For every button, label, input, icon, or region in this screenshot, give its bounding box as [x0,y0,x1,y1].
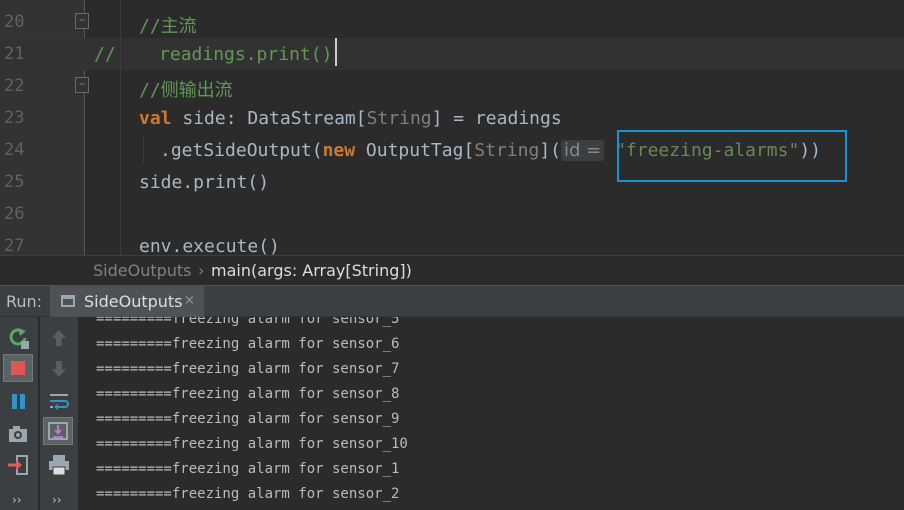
line-number: 26 [4,204,25,224]
run-label: Run: [6,292,43,311]
soft-wrap-icon [50,394,69,410]
code-token: // readings.print() [94,44,333,65]
code-line-22[interactable]: 22 − //侧输出流 [0,70,904,102]
camera-icon [9,426,27,442]
console-line: =========freezing alarm for sensor_2 [96,486,400,502]
code-token: side.print() [139,172,270,193]
stop-button[interactable] [3,354,33,382]
tab-label: SideOutputs [84,292,183,311]
breadcrumb: SideOutputs › main(args: Array[String]) [0,255,904,285]
console-line: =========freezing alarm for sensor_6 [96,336,400,352]
pause-button[interactable] [4,387,34,415]
console-line: =========freezing alarm for sensor_5 [96,317,400,327]
code-token: .getSideOutput( [160,140,323,161]
console-line: =========freezing alarm for sensor_7 [96,361,400,377]
code-text: // readings.print() [94,44,332,65]
run-tool-window-header: Run: SideOutputs × [0,285,904,317]
code-text: env.execute() [139,236,280,255]
code-token: OutputTag[ [355,140,475,161]
code-line-20[interactable]: 20 − //主流 [0,6,904,38]
line-number: 23 [4,108,25,128]
more-actions-button[interactable]: ›› [52,493,62,507]
exit-icon [8,455,28,475]
console-icon [61,295,75,307]
code-token: env.execute() [139,236,280,255]
run-toolbar-right: ›› [40,317,78,510]
tab-sideoutputs[interactable]: SideOutputs × [50,286,204,317]
pause-icon [12,394,25,409]
exit-button[interactable] [4,451,34,479]
code-token: String [366,108,432,129]
run-toolbar-left: ›› [0,317,38,510]
indent-guide [143,136,144,164]
indent-guide [120,0,121,255]
scroll-to-end-icon [48,422,68,440]
code-token: new [322,140,356,161]
code-editor[interactable]: 20 − //主流 21 // readings.print() 22 − //… [0,0,904,255]
rerun-icon [9,328,29,349]
console-line: =========freezing alarm for sensor_8 [96,386,400,402]
breadcrumb-item-method[interactable]: main(args: Array[String]) [211,261,412,280]
line-number: 27 [4,236,25,255]
code-text: //主流 [139,12,197,38]
line-number: 20 [4,12,25,32]
console-output[interactable]: =========freezing alarm for sensor_5 ===… [80,317,904,510]
text-caret [335,38,337,66]
breadcrumb-item-object[interactable]: SideOutputs [93,261,192,280]
console-line: =========freezing alarm for sensor_10 [96,436,408,452]
parameter-name-hint: id = [561,140,605,161]
close-tab-button[interactable]: × [184,293,195,308]
stop-icon [11,361,25,375]
code-line-26[interactable]: 26 [0,198,904,230]
dump-threads-button[interactable] [4,420,34,448]
line-number: 24 [4,140,25,160]
fold-start-icon[interactable]: − [75,77,89,93]
code-text: side.print() [139,172,269,193]
up-button[interactable] [44,325,74,353]
code-line-21[interactable]: 21 // readings.print() [0,38,904,70]
line-number: 21 [4,44,25,64]
fold-end-icon[interactable]: − [75,13,89,29]
code-token: String [474,140,540,161]
print-button[interactable] [44,451,74,479]
code-text: val side: DataStream[String] = readings [139,108,562,129]
line-number: 22 [4,76,25,96]
code-line-27[interactable]: 27 env.execute() [0,230,904,255]
console-line: =========freezing alarm for sensor_9 [96,411,400,427]
code-token: ]( [539,140,562,161]
down-button[interactable] [44,355,74,383]
line-number: 25 [4,172,25,192]
console-line: =========freezing alarm for sensor_1 [96,461,400,477]
code-token: //侧输出流 [139,80,233,101]
arrow-down-icon [52,361,66,377]
code-token: side: DataStream[ [171,108,367,129]
print-icon [49,455,69,476]
code-token: val [139,108,172,129]
more-actions-button[interactable]: ›› [12,493,22,507]
breadcrumb-separator: › [198,261,205,280]
arrow-up-icon [52,330,66,346]
rerun-button[interactable] [4,325,34,353]
soft-wrap-button[interactable] [44,387,74,415]
code-text: //侧输出流 [139,76,233,102]
scroll-to-end-button[interactable] [43,417,73,445]
highlight-box [617,130,847,182]
code-token: //主流 [139,16,197,37]
code-token: ] = readings [431,108,562,129]
